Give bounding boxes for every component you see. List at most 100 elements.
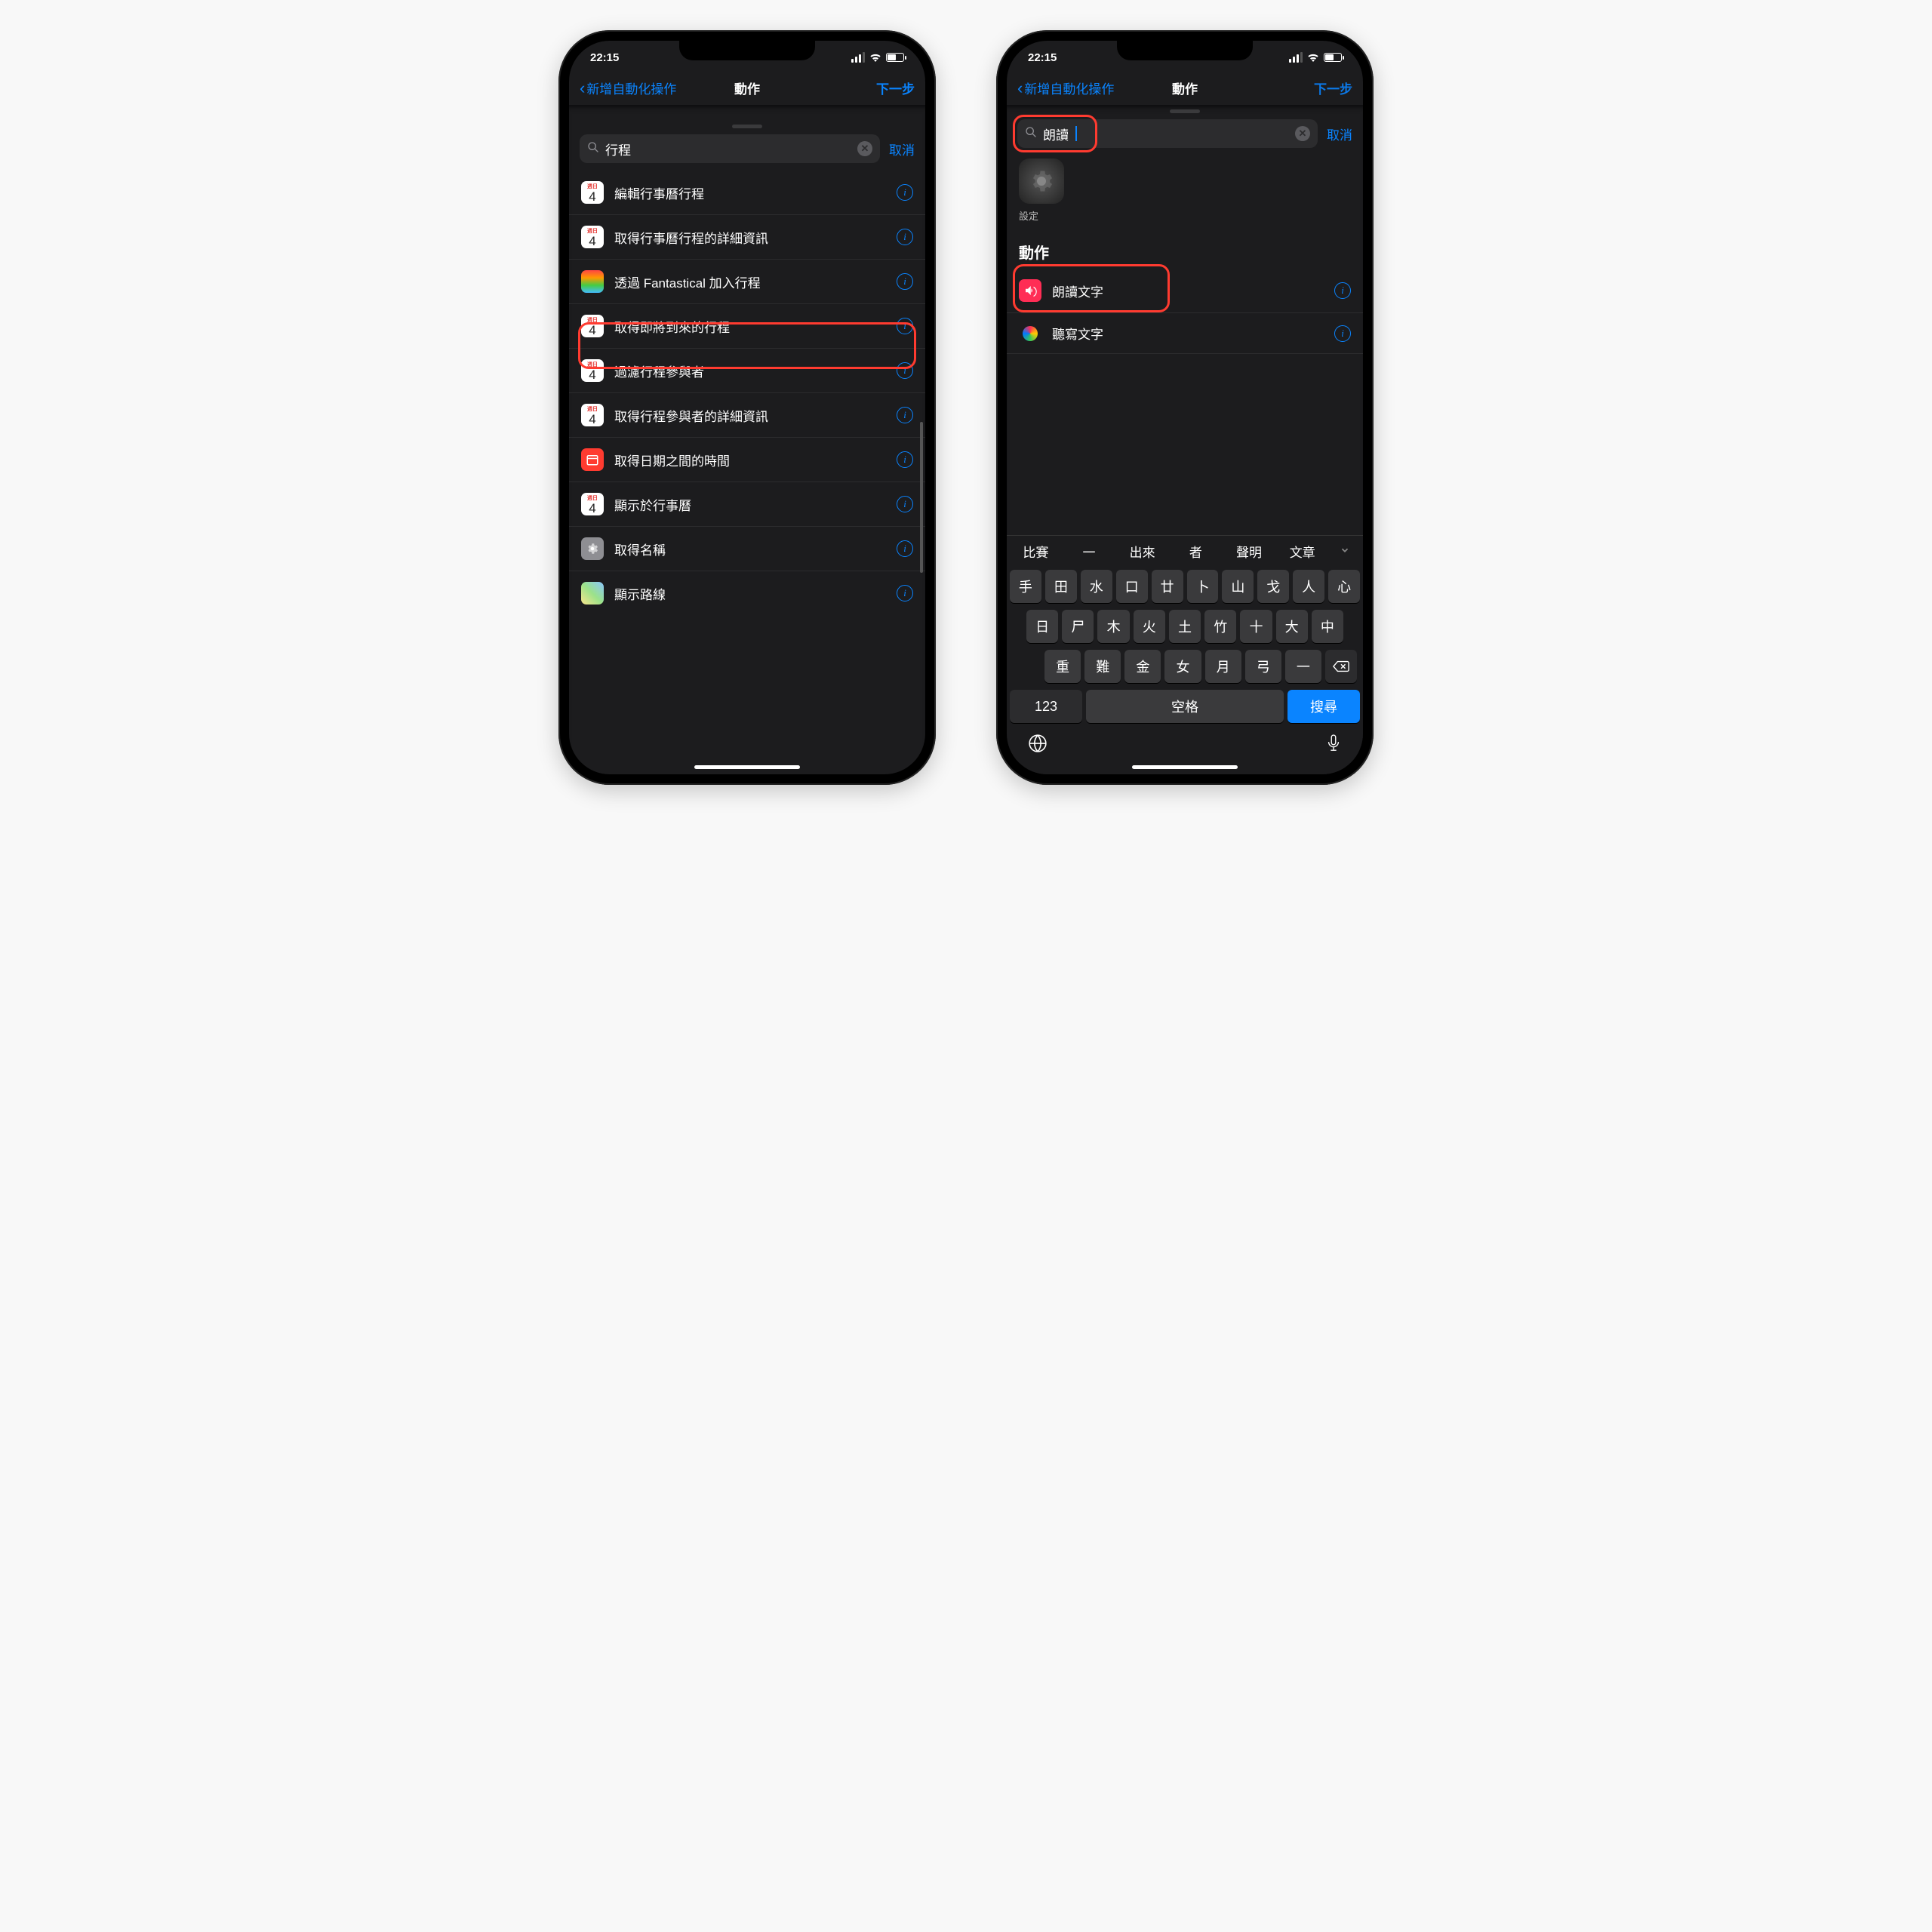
back-label: 新增自動化操作 (1024, 78, 1114, 97)
action-row[interactable]: 週日4取得即將到來的行程i (569, 304, 925, 349)
key[interactable]: 土 (1169, 610, 1201, 643)
info-icon[interactable]: i (897, 496, 913, 512)
key[interactable]: 一 (1285, 650, 1321, 683)
key[interactable]: 月 (1205, 650, 1241, 683)
sheet-grabber[interactable] (1170, 109, 1200, 113)
action-row[interactable]: 取得名稱 i (569, 527, 925, 571)
back-button[interactable]: ‹ 新增自動化操作 (1017, 78, 1114, 97)
siri-icon (1019, 326, 1041, 341)
maps-icon (581, 582, 604, 605)
action-row[interactable]: 透過 Fantastical 加入行程i (569, 260, 925, 304)
action-row[interactable]: 週日4取得行程參與者的詳細資訊i (569, 393, 925, 438)
search-field[interactable]: ✕ (580, 134, 880, 163)
info-icon[interactable]: i (897, 540, 913, 557)
key[interactable]: 弓 (1245, 650, 1281, 683)
candidate-bar[interactable]: 比賽一出來者聲明文章 (1007, 536, 1363, 567)
key[interactable]: 大 (1276, 610, 1308, 643)
key[interactable]: 田 (1045, 570, 1077, 603)
info-icon[interactable]: i (897, 407, 913, 423)
info-icon[interactable]: i (897, 585, 913, 601)
chevron-left-icon: ‹ (1017, 80, 1023, 97)
key[interactable]: 火 (1134, 610, 1165, 643)
globe-icon[interactable] (1028, 734, 1048, 758)
key[interactable]: 竹 (1204, 610, 1236, 643)
action-row[interactable]: 顯示路線 i (569, 571, 925, 615)
key[interactable]: 卜 (1187, 570, 1219, 603)
key[interactable]: 手 (1010, 570, 1041, 603)
candidate[interactable]: 者 (1174, 542, 1217, 561)
key[interactable]: 心 (1328, 570, 1360, 603)
key-123[interactable]: 123 (1010, 690, 1082, 723)
key[interactable]: 金 (1124, 650, 1161, 683)
info-icon[interactable]: i (897, 451, 913, 468)
info-icon[interactable]: i (897, 184, 913, 201)
search-field[interactable]: 朗讀 ✕ (1017, 119, 1318, 148)
candidate[interactable]: 出來 (1121, 542, 1164, 561)
key[interactable]: 重 (1044, 650, 1081, 683)
row-label: 取得名稱 (614, 540, 886, 558)
info-icon[interactable]: i (897, 362, 913, 379)
info-icon[interactable]: i (897, 318, 913, 334)
phone-right: 22:15 ‹ 新增自動化操作 動作 下一步 (996, 30, 1374, 785)
key[interactable]: 日 (1026, 610, 1058, 643)
info-icon[interactable]: i (1334, 282, 1351, 299)
info-icon[interactable]: i (897, 229, 913, 245)
key[interactable]: 中 (1312, 610, 1343, 643)
key[interactable]: 女 (1164, 650, 1201, 683)
candidate[interactable]: 一 (1068, 542, 1111, 561)
backspace-key[interactable] (1325, 650, 1357, 683)
candidate[interactable]: 文章 (1281, 542, 1324, 561)
row-label: 取得即將到來的行程 (614, 317, 886, 336)
key[interactable]: 戈 (1257, 570, 1289, 603)
action-row[interactable]: 週日4顯示於行事曆i (569, 482, 925, 527)
fantastical-icon (581, 270, 604, 293)
key-space[interactable]: 空格 (1086, 690, 1284, 723)
key[interactable]: 尸 (1062, 610, 1094, 643)
key[interactable]: 難 (1084, 650, 1121, 683)
key[interactable]: 人 (1293, 570, 1324, 603)
home-indicator[interactable] (694, 765, 800, 769)
calendar-icon: 週日4 (581, 359, 604, 382)
cellular-icon (851, 52, 865, 63)
sheet-grabber[interactable] (732, 125, 762, 128)
nav-title: 動作 (1172, 78, 1198, 97)
chevron-down-icon[interactable] (1334, 544, 1355, 559)
action-row[interactable]: 週日4 過濾行程參與者 i (569, 349, 925, 393)
back-button[interactable]: ‹ 新增自動化操作 (580, 78, 676, 97)
key[interactable]: 山 (1222, 570, 1254, 603)
key[interactable]: 口 (1116, 570, 1148, 603)
status-time: 22:15 (1028, 51, 1057, 64)
key[interactable]: 水 (1081, 570, 1112, 603)
row-label: 過濾行程參與者 (614, 361, 886, 380)
key[interactable]: 十 (1240, 610, 1272, 643)
action-row[interactable]: 取得日期之間的時間i (569, 438, 925, 482)
action-row-dictate[interactable]: 聽寫文字 i (1007, 313, 1363, 354)
cancel-button[interactable]: 取消 (889, 140, 915, 158)
cancel-button[interactable]: 取消 (1327, 125, 1352, 143)
key[interactable]: 廿 (1152, 570, 1183, 603)
key[interactable]: 木 (1097, 610, 1129, 643)
action-row[interactable]: 週日4取得行事曆行程的詳細資訊i (569, 215, 925, 260)
next-button[interactable]: 下一步 (1314, 78, 1352, 97)
row-label: 取得行程參與者的詳細資訊 (614, 406, 886, 425)
row-label: 顯示路線 (614, 584, 886, 603)
text-caret (1075, 126, 1077, 141)
row-label: 顯示於行事曆 (614, 495, 886, 514)
action-row-speak[interactable]: 朗讀文字 i (1007, 269, 1363, 313)
phone-left: 22:15 ‹ 新增自動化操作 動作 下一步 (558, 30, 936, 785)
clear-icon[interactable]: ✕ (857, 141, 872, 156)
mic-icon[interactable] (1325, 734, 1342, 758)
action-row[interactable]: 週日4編輯行事曆行程i (569, 171, 925, 215)
app-result-settings[interactable]: 設定 (1007, 155, 1363, 223)
back-label: 新增自動化操作 (586, 78, 676, 97)
info-icon[interactable]: i (1334, 325, 1351, 342)
clear-icon[interactable]: ✕ (1295, 126, 1310, 141)
key-search[interactable]: 搜尋 (1287, 690, 1360, 723)
info-icon[interactable]: i (897, 273, 913, 290)
next-button[interactable]: 下一步 (876, 78, 915, 97)
candidate[interactable]: 比賽 (1014, 542, 1057, 561)
scroll-indicator[interactable] (920, 422, 923, 573)
candidate[interactable]: 聲明 (1228, 542, 1271, 561)
home-indicator[interactable] (1132, 765, 1238, 769)
search-input[interactable] (605, 141, 851, 156)
